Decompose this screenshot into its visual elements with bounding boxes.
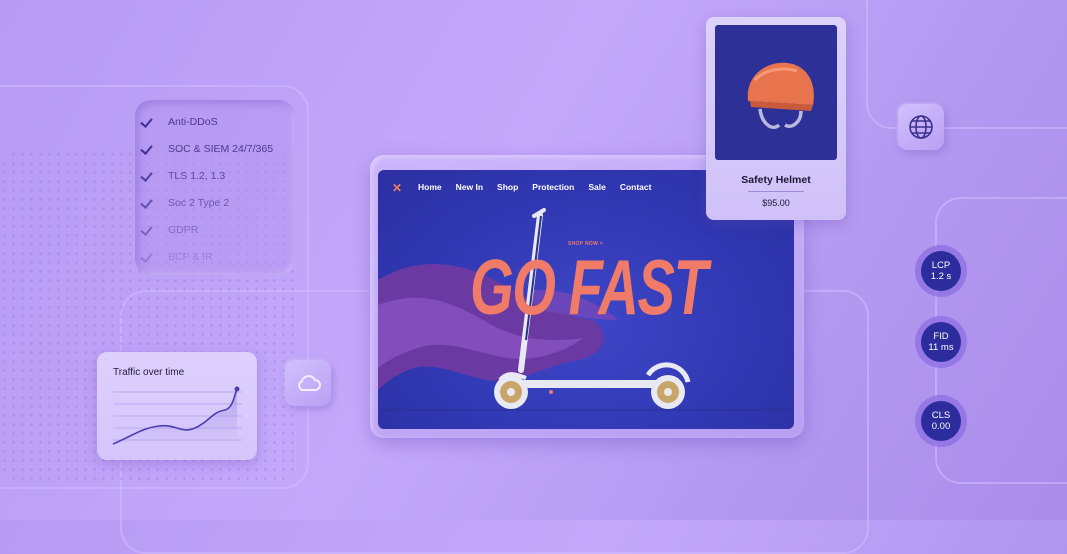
metric-badge-inner: LCP 1.2 s — [921, 251, 961, 291]
checklist-item: TLS 1.2, 1.3 — [140, 170, 225, 182]
checklist-item-label: Anti-DDoS — [168, 116, 218, 128]
nav-link-contact[interactable]: Contact — [620, 182, 652, 192]
metric-badge-inner: FID 11 ms — [921, 322, 961, 362]
metric-badge-inner: CLS 0.00 — [921, 401, 961, 441]
check-icon — [140, 251, 154, 263]
product-image — [715, 25, 837, 160]
security-checklist: Anti-DDoS SOC & SIEM 24/7/365 TLS 1.2, 1… — [135, 100, 295, 275]
nav-link-protection[interactable]: Protection — [532, 182, 574, 192]
hero-headline: GO FAST — [470, 243, 708, 331]
checklist-item: SOC & SIEM 24/7/365 — [140, 143, 273, 155]
checklist-item: Soc 2 Type 2 — [140, 197, 229, 209]
metric-badge-lcp: LCP 1.2 s — [915, 245, 967, 297]
helmet-icon — [747, 62, 814, 130]
metric-label: LCP — [931, 260, 951, 271]
nav-link-shop[interactable]: Shop — [497, 182, 518, 192]
check-icon — [140, 116, 154, 128]
metric-value: 0.00 — [931, 421, 951, 432]
checklist-item-label: Soc 2 Type 2 — [168, 197, 230, 209]
nav-link-home[interactable]: Home — [418, 182, 442, 192]
metric-label: FID — [933, 331, 949, 342]
traffic-sparkline — [112, 386, 242, 445]
checklist-item: BCP & IR — [140, 251, 213, 263]
metric-value: 1.2 s — [930, 271, 952, 282]
product-card[interactable]: Safety Helmet $95.00 — [706, 17, 846, 220]
metric-label: CLS — [931, 410, 951, 421]
product-divider — [748, 191, 804, 192]
product-price: $95.00 — [762, 198, 790, 208]
globe-icon — [909, 115, 933, 139]
checklist-item: GDPR — [140, 224, 198, 236]
product-name: Safety Helmet — [741, 174, 811, 186]
check-icon — [140, 143, 154, 155]
checklist-item-label: BCP & IR — [168, 251, 213, 263]
checklist-item-label: SOC & SIEM 24/7/365 — [168, 143, 274, 155]
checklist-item-label: TLS 1.2, 1.3 — [168, 170, 226, 182]
check-icon — [140, 224, 154, 236]
nav-link-new-in[interactable]: New In — [456, 182, 483, 192]
brand-logo-icon[interactable]: ✕ — [392, 181, 402, 195]
check-icon — [140, 170, 154, 182]
traffic-over-time-card: Traffic over time — [97, 352, 257, 460]
site-nav-links: Home New In Shop Protection Sale Contact — [418, 182, 651, 192]
bg-panel-right-top — [866, 0, 1067, 129]
checklist-item-label: GDPR — [168, 224, 199, 236]
cloud-tile[interactable] — [285, 360, 331, 406]
nav-link-sale[interactable]: Sale — [588, 182, 606, 192]
metric-badge-cls: CLS 0.00 — [915, 395, 967, 447]
cloud-icon — [298, 375, 321, 391]
metric-value: 11 ms — [928, 342, 954, 353]
checklist-item: Anti-DDoS — [140, 116, 218, 128]
check-icon — [140, 197, 154, 209]
globe-tile[interactable] — [898, 104, 944, 150]
metric-badge-fid: FID 11 ms — [915, 316, 967, 368]
